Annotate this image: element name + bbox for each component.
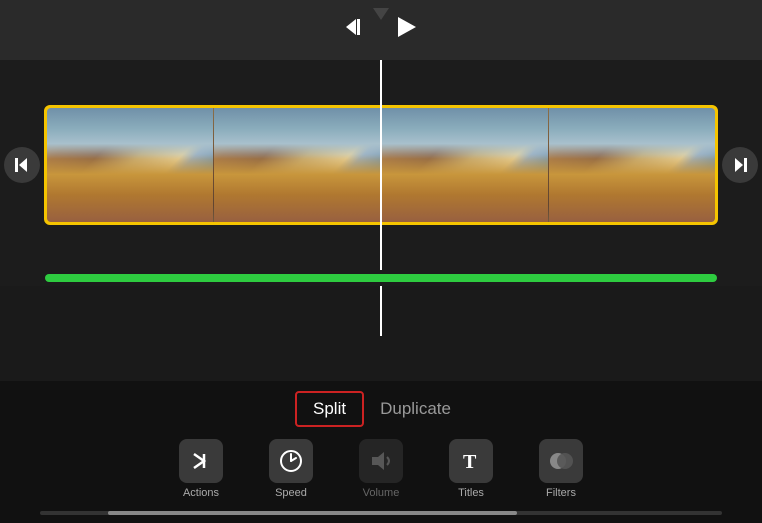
svg-text:T: T — [463, 451, 477, 473]
playhead-triangle-top — [373, 8, 389, 20]
titles-button[interactable]: T Titles — [441, 439, 501, 499]
tab-bar: Split Duplicate — [0, 381, 762, 435]
speed-label: Speed — [275, 487, 307, 499]
actions-row: Actions Speed Volume — [0, 435, 762, 507]
actions-label: Actions — [183, 487, 219, 499]
duplicate-tab[interactable]: Duplicate — [364, 391, 467, 427]
filters-label: Filters — [546, 487, 576, 499]
thumbnail-4 — [549, 108, 715, 222]
timeline-area — [0, 60, 762, 270]
rewind-button[interactable] — [340, 11, 372, 49]
audio-track-area — [0, 270, 762, 286]
transport-area — [0, 0, 762, 60]
spacer-area — [0, 286, 762, 336]
play-button[interactable] — [392, 11, 422, 49]
titles-icon: T — [449, 439, 493, 483]
thumbnail-1 — [47, 108, 214, 222]
playhead-extension — [380, 286, 382, 336]
scrollbar-area — [0, 507, 762, 523]
scrollbar-thumb[interactable] — [108, 511, 517, 515]
audio-track — [45, 274, 717, 282]
thumbnail-2 — [214, 108, 381, 222]
volume-label: Volume — [363, 487, 400, 499]
volume-icon — [359, 439, 403, 483]
actions-button[interactable]: Actions — [171, 439, 231, 499]
playhead-line — [380, 60, 382, 270]
scrollbar-track[interactable] — [40, 511, 722, 515]
speed-icon — [269, 439, 313, 483]
filters-icon — [539, 439, 583, 483]
titles-label: Titles — [458, 487, 484, 499]
speed-button[interactable]: Speed — [261, 439, 321, 499]
split-tab[interactable]: Split — [295, 391, 364, 427]
thumbnail-3 — [382, 108, 549, 222]
bottom-toolbar: Split Duplicate Actions Speed — [0, 381, 762, 523]
skip-right-button[interactable] — [722, 147, 758, 183]
volume-button[interactable]: Volume — [351, 439, 411, 499]
skip-left-button[interactable] — [4, 147, 40, 183]
filters-button[interactable]: Filters — [531, 439, 591, 499]
actions-icon — [179, 439, 223, 483]
